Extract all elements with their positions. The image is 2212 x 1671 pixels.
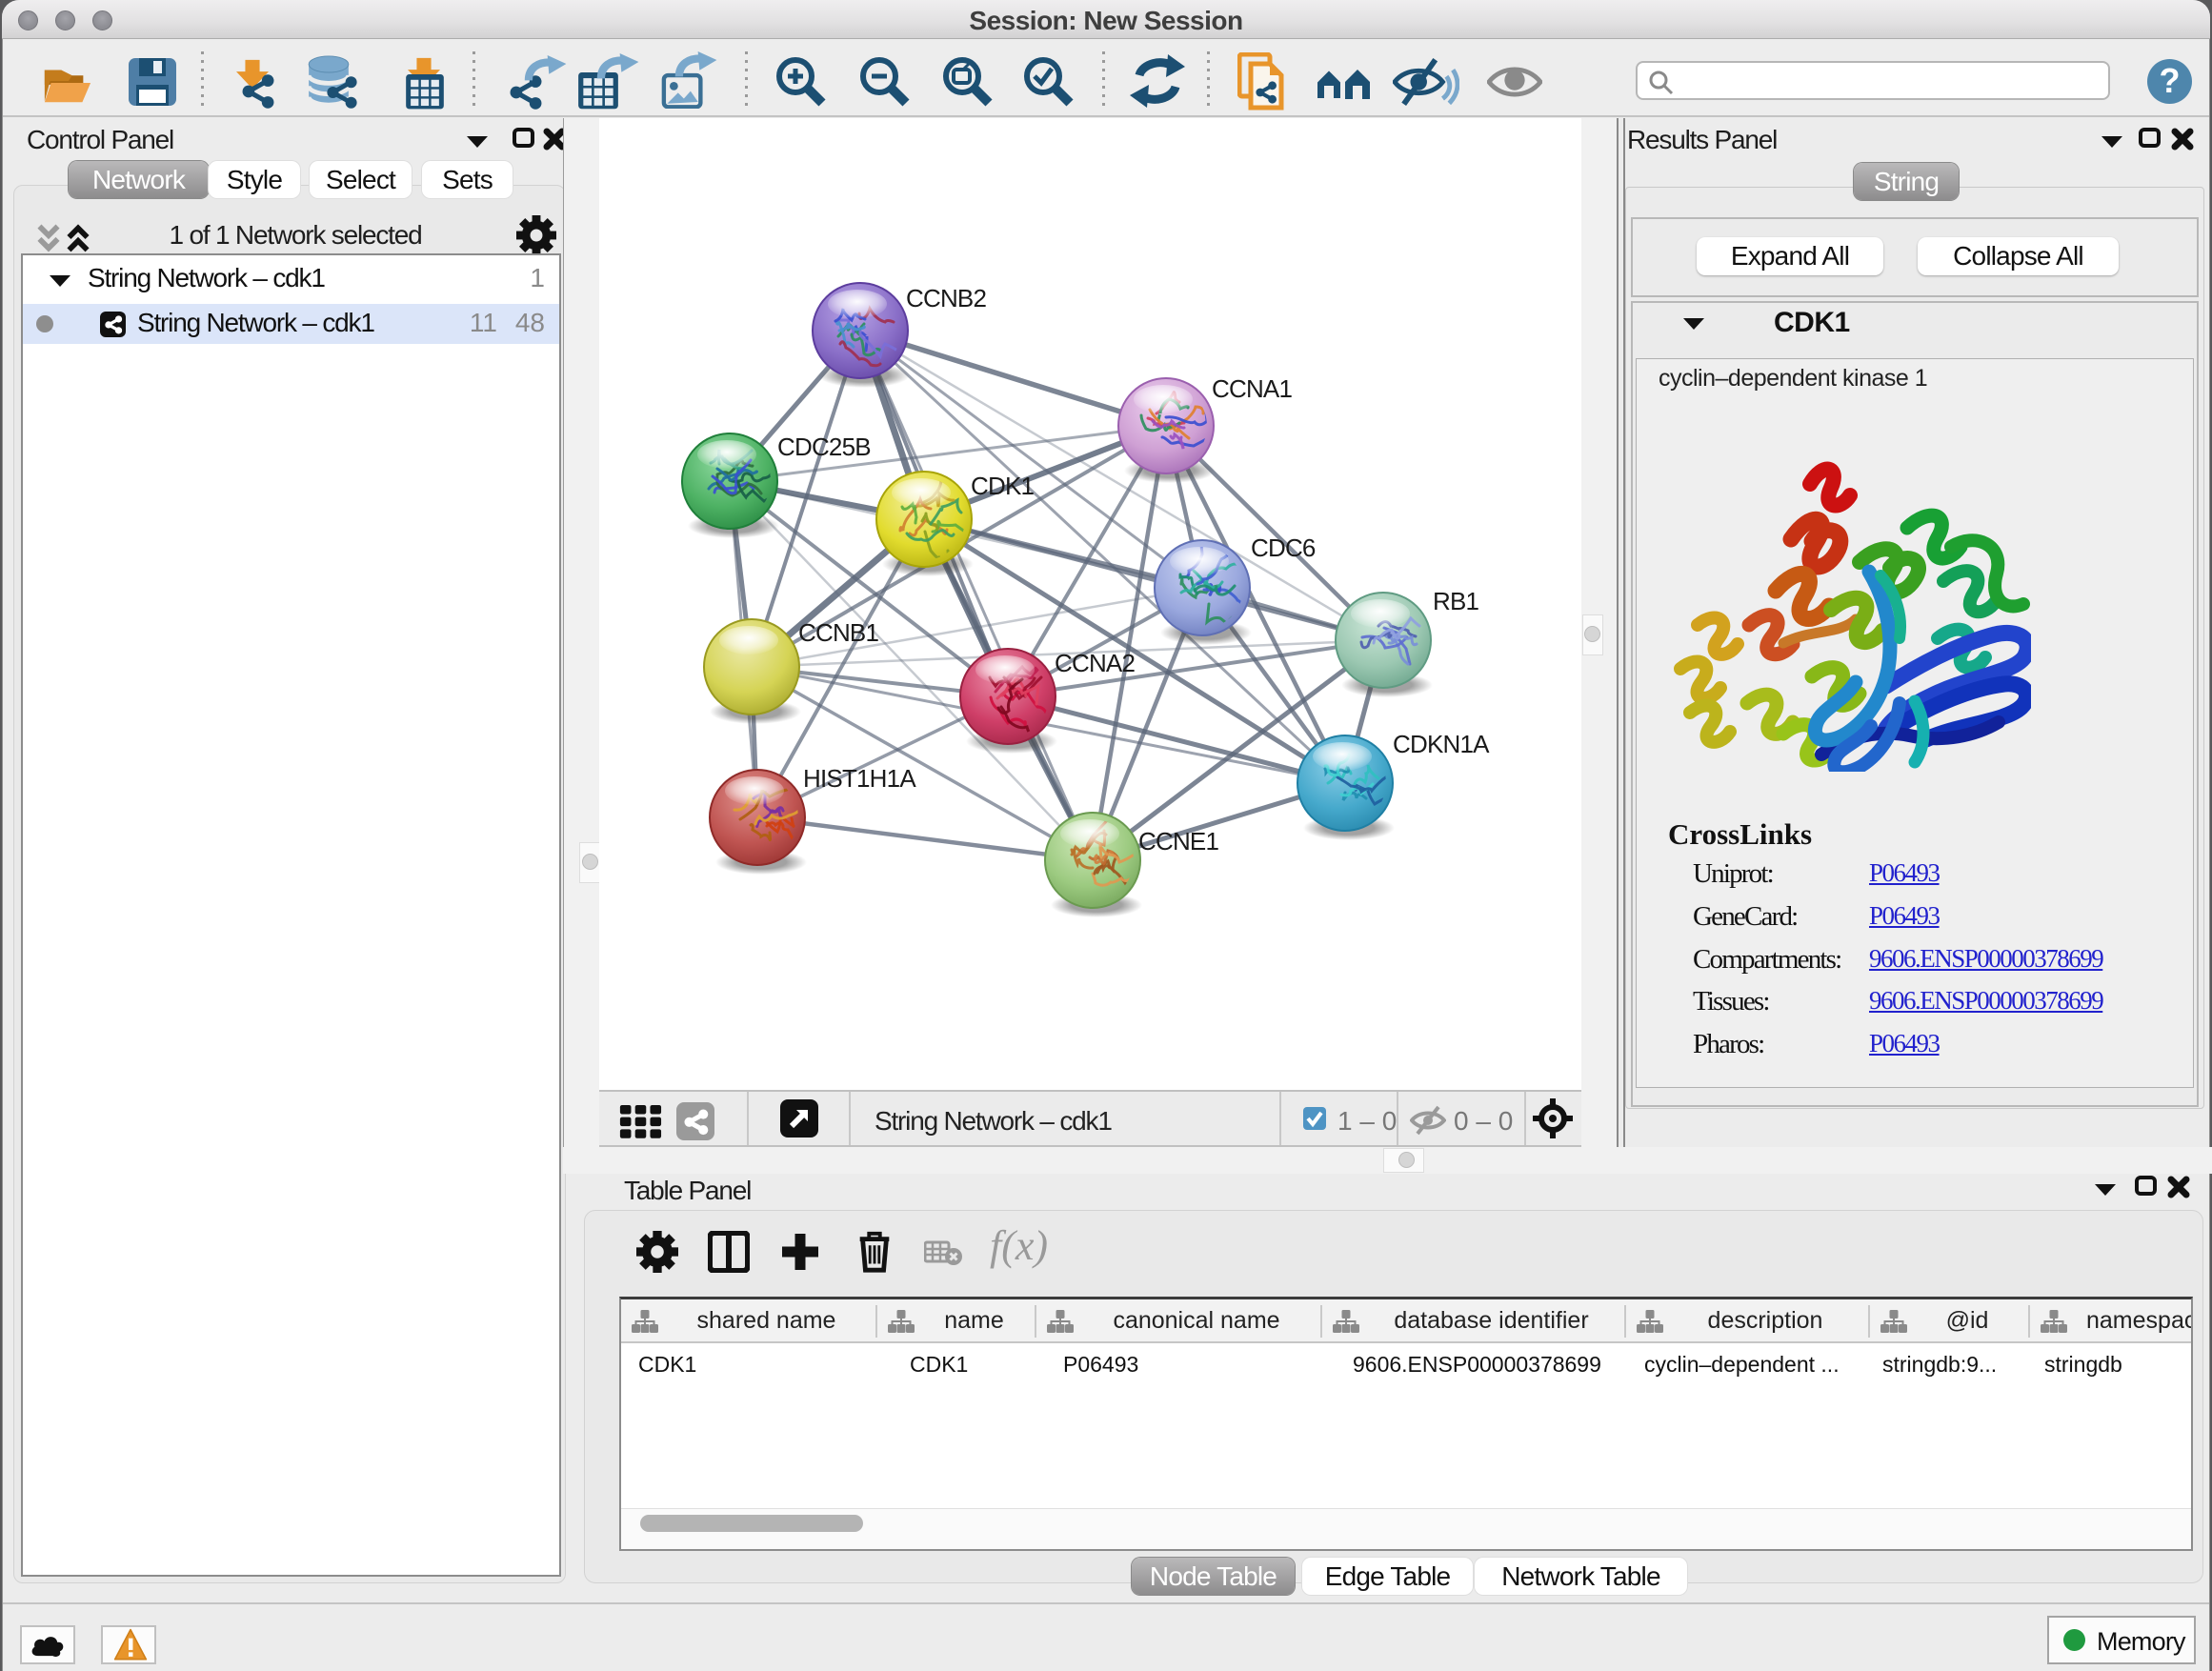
- svg-text:CDKN1A: CDKN1A: [1393, 730, 1490, 758]
- svg-text:CCNA1: CCNA1: [1212, 374, 1292, 403]
- svg-text:CDC25B: CDC25B: [777, 433, 871, 461]
- svg-text:RB1: RB1: [1433, 587, 1479, 615]
- svg-text:CDK1: CDK1: [971, 472, 1034, 500]
- svg-text:CCNB2: CCNB2: [906, 284, 986, 312]
- svg-text:CCNB1: CCNB1: [798, 618, 878, 647]
- svg-text:CDC6: CDC6: [1251, 534, 1316, 562]
- svg-text:HIST1H1A: HIST1H1A: [803, 764, 916, 793]
- svg-text:CCNA2: CCNA2: [1055, 649, 1135, 677]
- svg-text:CCNE1: CCNE1: [1138, 827, 1218, 856]
- svg-text:?: ?: [2160, 61, 2181, 100]
